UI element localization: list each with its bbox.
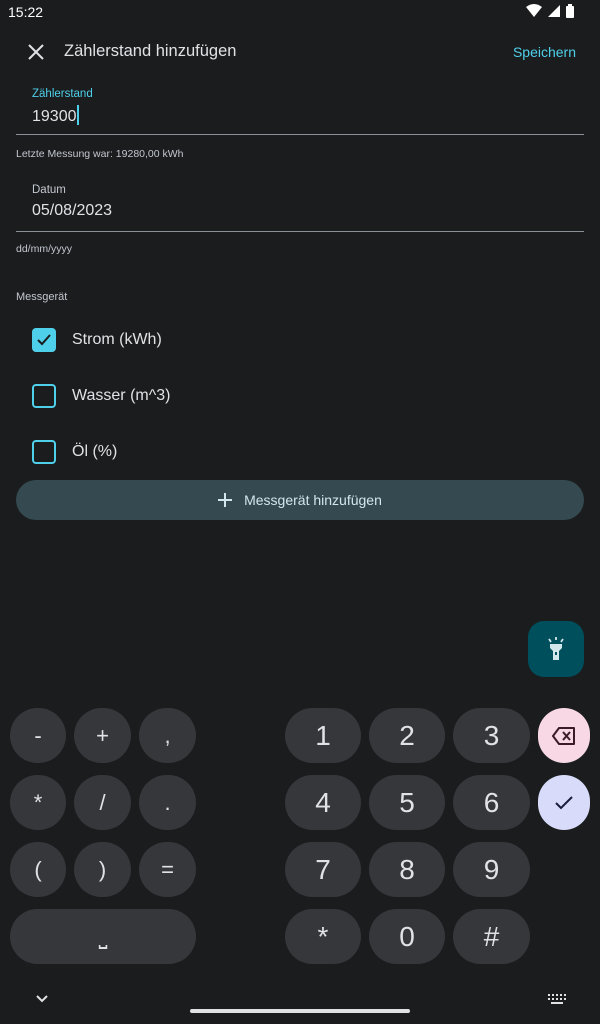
meter-reading-label: Zählerstand — [32, 88, 93, 100]
checkbox-unchecked[interactable] — [32, 440, 56, 464]
backspace-icon — [552, 726, 575, 745]
key-7[interactable]: 7 — [285, 842, 361, 897]
keyboard-switch-button[interactable] — [548, 993, 566, 1011]
save-button[interactable]: Speichern — [513, 44, 576, 60]
hide-keyboard-button[interactable] — [34, 990, 50, 1008]
battery-icon — [566, 4, 574, 18]
date-field[interactable]: Datum 05/08/2023 — [16, 182, 584, 232]
date-label: Datum — [32, 184, 66, 196]
field-underline — [16, 231, 584, 232]
add-device-label: Messgerät hinzufügen — [244, 492, 382, 508]
meter-reading-value: 19300 — [32, 108, 77, 125]
checkbox-unchecked[interactable] — [32, 384, 56, 408]
key-6[interactable]: 6 — [453, 775, 530, 830]
key-star[interactable]: * — [285, 909, 361, 964]
meter-reading-field[interactable]: Zählerstand 19300 — [16, 86, 584, 136]
wifi-icon — [526, 4, 542, 18]
key-slash[interactable]: / — [74, 775, 131, 830]
key-asterisk[interactable]: * — [10, 775, 66, 830]
key-plus[interactable]: + — [74, 708, 131, 763]
status-icons — [526, 4, 574, 18]
status-bar: 15:22 — [0, 0, 600, 24]
text-cursor — [76, 105, 79, 125]
add-device-button[interactable]: Messgerät hinzufügen — [16, 480, 584, 520]
backspace-key[interactable] — [538, 708, 590, 763]
device-section-label: Messgerät — [16, 291, 68, 303]
key-8[interactable]: 8 — [369, 842, 445, 897]
device-option-strom[interactable]: Strom (kWh) — [16, 318, 316, 362]
key-4[interactable]: 4 — [285, 775, 361, 830]
key-3[interactable]: 3 — [453, 708, 530, 763]
field-underline — [16, 134, 584, 135]
key-open-paren[interactable]: ( — [10, 842, 66, 897]
date-format-helper: dd/mm/yyyy — [16, 243, 73, 255]
key-period[interactable]: . — [139, 775, 196, 830]
keyboard-icon — [548, 994, 566, 1004]
last-measurement-helper: Letzte Messung war: 19280,00 kWh — [16, 148, 184, 160]
signal-icon — [548, 5, 560, 17]
done-key[interactable] — [538, 775, 590, 830]
key-minus[interactable]: - — [10, 708, 66, 763]
key-1[interactable]: 1 — [285, 708, 361, 763]
key-hash[interactable]: # — [453, 909, 530, 964]
key-comma[interactable]: , — [139, 708, 196, 763]
meter-reading-input[interactable]: 19300 — [32, 105, 79, 126]
checkbox-checked[interactable] — [32, 328, 56, 352]
close-button[interactable] — [20, 36, 52, 68]
device-label: Wasser (m^3) — [72, 387, 171, 404]
status-time: 15:22 — [8, 4, 44, 20]
key-5[interactable]: 5 — [369, 775, 445, 830]
key-2[interactable]: 2 — [369, 708, 445, 763]
close-icon — [28, 44, 44, 60]
key-equals[interactable]: = — [139, 842, 196, 897]
plus-icon — [218, 493, 233, 507]
check-icon — [555, 795, 573, 809]
check-icon — [37, 334, 51, 346]
gesture-handle[interactable] — [190, 1009, 410, 1013]
chevron-down-icon — [36, 995, 48, 1003]
key-close-paren[interactable]: ) — [74, 842, 131, 897]
date-value[interactable]: 05/08/2023 — [32, 202, 112, 220]
key-space[interactable]: ⎵ — [10, 909, 196, 964]
device-option-wasser[interactable]: Wasser (m^3) — [16, 374, 316, 418]
device-label: Öl (%) — [72, 443, 118, 460]
flashlight-button[interactable] — [528, 621, 584, 677]
device-label: Strom (kWh) — [72, 331, 162, 348]
page-title: Zählerstand hinzufügen — [64, 42, 237, 60]
key-0[interactable]: 0 — [369, 909, 445, 964]
flashlight-icon — [548, 637, 564, 660]
device-option-oel[interactable]: Öl (%) — [16, 430, 316, 474]
key-9[interactable]: 9 — [453, 842, 530, 897]
